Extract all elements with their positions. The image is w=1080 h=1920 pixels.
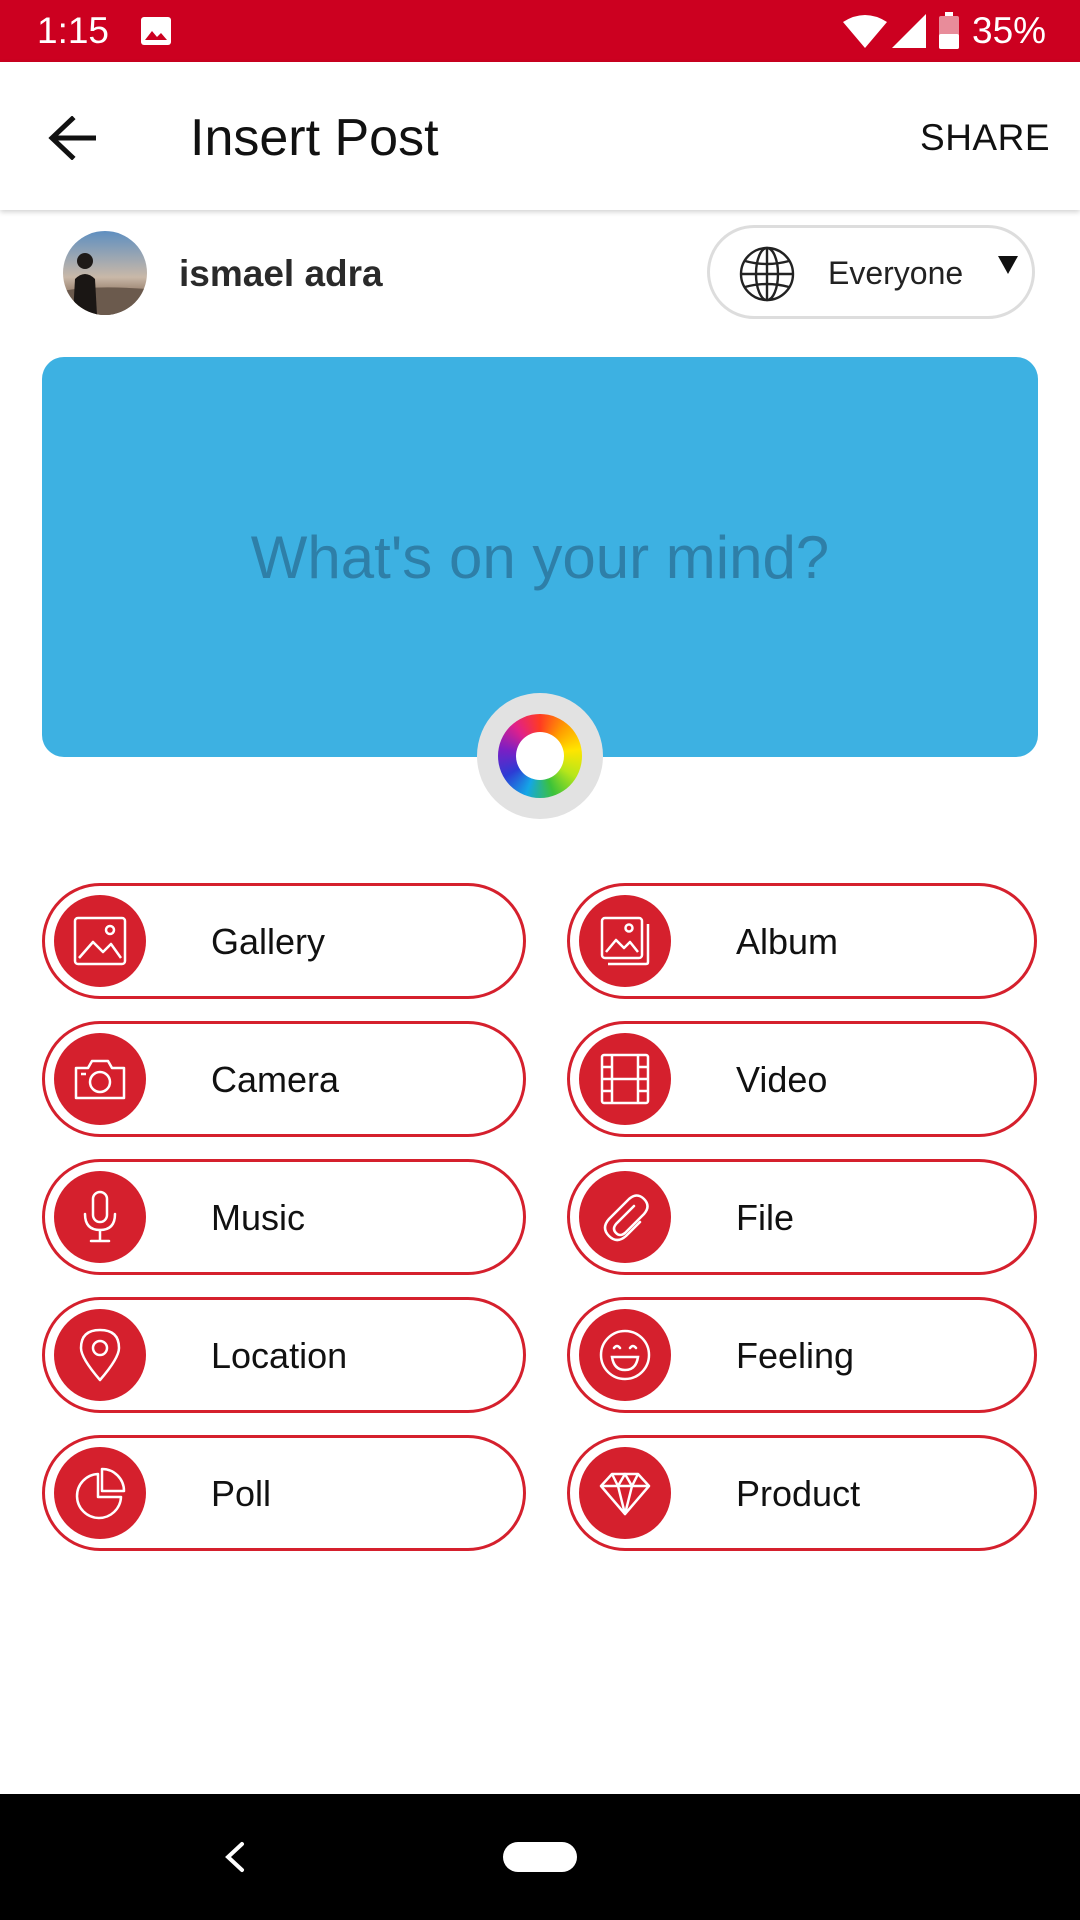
arrow-left-icon (48, 116, 96, 160)
status-time: 1:15 (37, 10, 110, 51)
album-icon (579, 895, 671, 987)
poll-label: Poll (211, 1473, 272, 1514)
back-button[interactable] (36, 102, 108, 174)
product-button[interactable]: Product (567, 1435, 1037, 1551)
paperclip-icon (579, 1171, 671, 1263)
page-title: Insert Post (190, 109, 439, 167)
poll-button[interactable]: Poll (42, 1435, 526, 1551)
camera-label: Camera (211, 1059, 340, 1100)
navigation-bar (0, 1794, 1080, 1920)
author-name[interactable]: ismael adra (179, 251, 383, 297)
video-label: Video (736, 1059, 828, 1100)
music-label: Music (211, 1197, 306, 1238)
nav-back-icon[interactable] (214, 1830, 254, 1884)
gallery-label: Gallery (211, 921, 326, 962)
feeling-label: Feeling (736, 1335, 855, 1376)
app-bar: Insert Post SHARE (0, 62, 1080, 210)
camera-button[interactable]: Camera (42, 1021, 526, 1137)
feeling-button[interactable]: Feeling (567, 1297, 1037, 1413)
album-button[interactable]: Album (567, 883, 1037, 999)
battery-icon (939, 12, 959, 49)
privacy-label: Everyone (828, 255, 964, 291)
film-icon (579, 1033, 671, 1125)
image-icon (54, 895, 146, 987)
gallery-notification-icon (141, 17, 171, 45)
composer-placeholder: What's on your mind? (250, 524, 830, 591)
app-root: 1:15 35% Insert Post SHARE ismael adra E… (0, 0, 1080, 1920)
location-pin-icon (54, 1309, 146, 1401)
camera-icon (54, 1033, 146, 1125)
smiley-icon (579, 1309, 671, 1401)
wifi-icon (843, 15, 887, 48)
gallery-button[interactable]: Gallery (42, 883, 526, 999)
avatar-photo (63, 231, 147, 315)
microphone-icon (54, 1171, 146, 1263)
background-color-picker-button[interactable] (477, 693, 603, 819)
privacy-selector[interactable]: Everyone (707, 225, 1035, 319)
album-label: Album (736, 921, 839, 962)
file-button[interactable]: File (567, 1159, 1037, 1275)
music-button[interactable]: Music (42, 1159, 526, 1275)
avatar[interactable] (63, 231, 147, 315)
file-label: File (736, 1197, 795, 1238)
video-button[interactable]: Video (567, 1021, 1037, 1137)
share-button[interactable]: SHARE (920, 112, 1050, 164)
color-wheel-icon (498, 714, 582, 798)
product-label: Product (736, 1473, 861, 1514)
diamond-icon (579, 1447, 671, 1539)
battery-percentage: 35% (972, 10, 1047, 51)
signal-icon (892, 14, 926, 48)
location-button[interactable]: Location (42, 1297, 526, 1413)
nav-home-button[interactable] (503, 1842, 577, 1872)
globe-icon (739, 246, 795, 302)
location-label: Location (211, 1335, 348, 1376)
pie-chart-icon (54, 1447, 146, 1539)
status-bar: 1:15 35% (0, 0, 1080, 62)
dropdown-arrow-icon (998, 256, 1018, 274)
